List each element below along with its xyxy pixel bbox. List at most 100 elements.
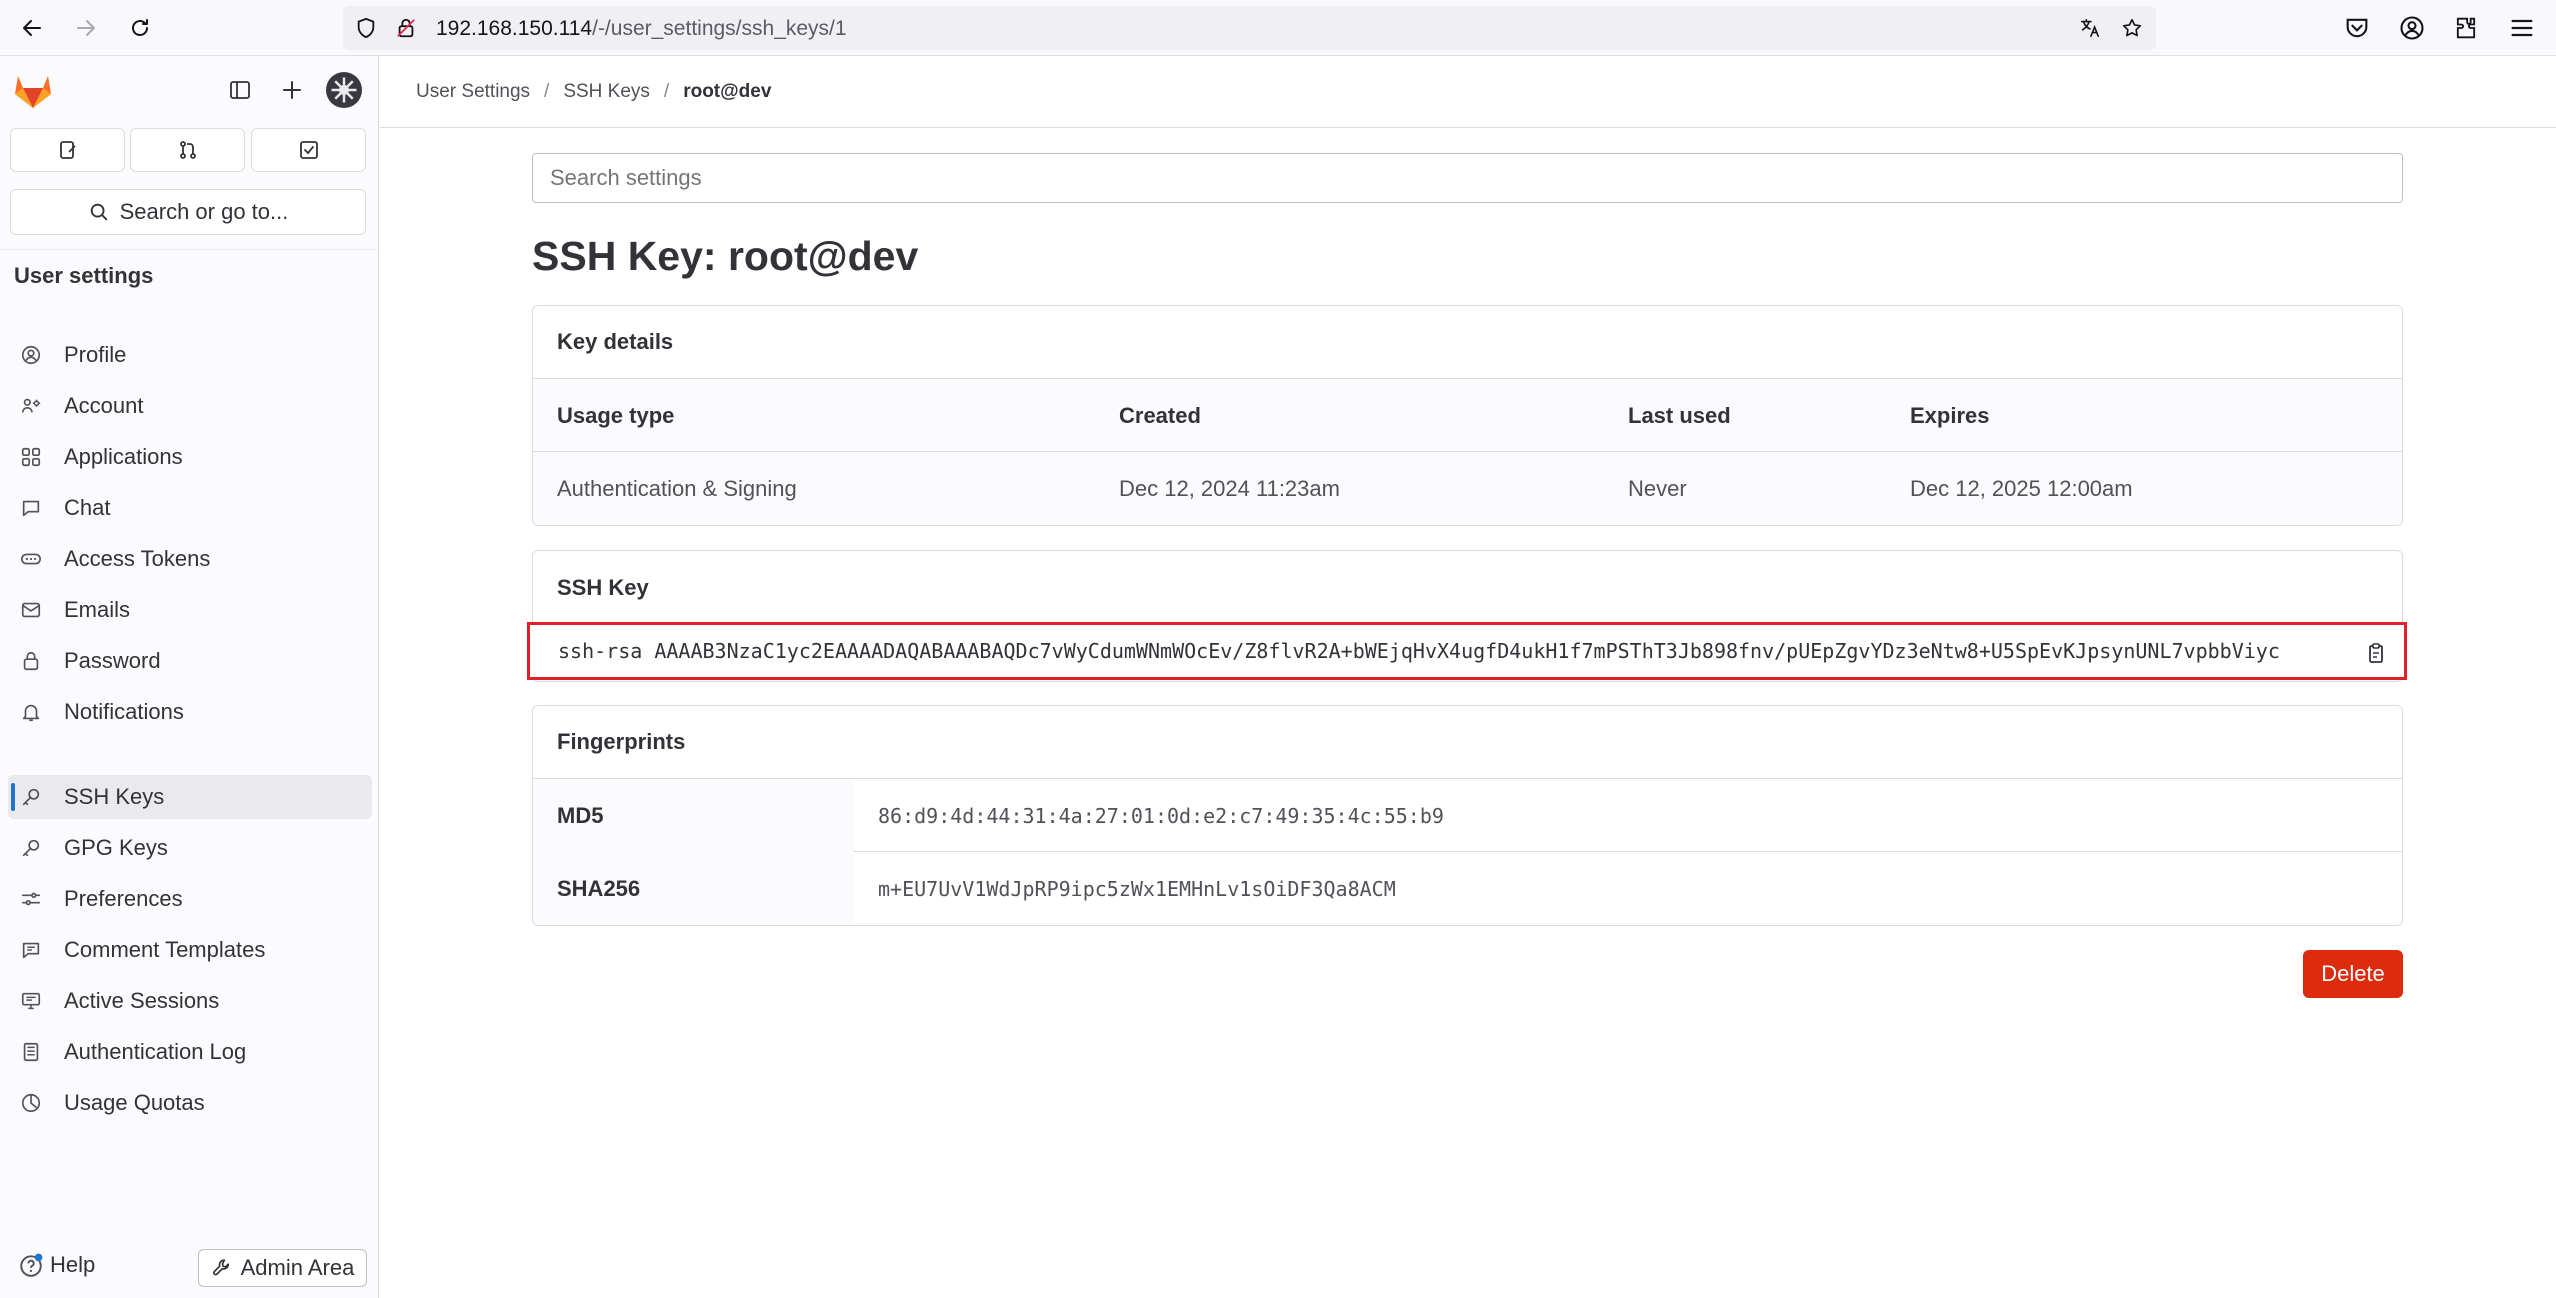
chat-icon xyxy=(19,496,43,520)
key-icon xyxy=(19,836,43,860)
sidebar-item-authentication-log[interactable]: Authentication Log xyxy=(8,1030,372,1074)
account-icon xyxy=(19,394,43,418)
todo-list-button[interactable] xyxy=(251,128,366,172)
sidebar-item-ssh-keys[interactable]: SSH Keys xyxy=(8,775,372,819)
key-icon xyxy=(19,785,43,809)
copy-icon[interactable] xyxy=(2364,641,2388,665)
sidebar-item-gpg-keys[interactable]: GPG Keys xyxy=(8,826,372,870)
sidebar-item-label: Applications xyxy=(64,444,183,469)
breadcrumb-separator: / xyxy=(544,81,550,102)
back-icon[interactable] xyxy=(14,10,50,46)
assigned-issues-button[interactable] xyxy=(10,128,125,172)
sidebar-item-label: Usage Quotas xyxy=(64,1090,205,1115)
breadcrumb-current[interactable]: root@dev xyxy=(683,81,771,103)
search-or-go-to-button[interactable]: Search or go to... xyxy=(10,189,366,235)
menu-icon[interactable] xyxy=(2508,14,2536,42)
sidebar-item-label: Profile xyxy=(64,342,127,367)
extensions-icon[interactable] xyxy=(2452,14,2480,42)
sidebar-section-title: User settings xyxy=(14,263,154,288)
ssh-key-value-field[interactable]: ssh-rsa AAAAB3NzaC1yc2EAAAADAQABAAABAQDc… xyxy=(527,622,2407,680)
bell-icon xyxy=(19,700,43,724)
url-text[interactable]: 192.168.150.114/-/user_settings/ssh_keys… xyxy=(436,17,847,41)
created-value: Dec 12, 2024 11:23am xyxy=(1119,475,1340,501)
bookmark-star-icon[interactable] xyxy=(2121,17,2143,39)
gitlab-logo-icon[interactable] xyxy=(12,70,54,110)
forward-icon[interactable] xyxy=(68,10,104,46)
fingerprint-row: SHA256 m+EU7UvV1WdJpRP9ipc5zWx1EMHnLv1sO… xyxy=(533,852,2402,925)
merge-requests-button[interactable] xyxy=(130,128,245,172)
quota-icon xyxy=(19,1091,43,1115)
search-settings-input[interactable] xyxy=(532,153,2403,203)
merge-request-icon xyxy=(179,141,196,159)
sidebar-item-chat[interactable]: Chat xyxy=(8,486,372,530)
address-bar[interactable]: 192.168.150.114/-/user_settings/ssh_keys… xyxy=(343,6,2156,50)
browser-toolbar: 192.168.150.114/-/user_settings/ssh_keys… xyxy=(0,0,2556,56)
delete-button[interactable]: Delete xyxy=(2303,950,2403,998)
fingerprint-value-md5: 86:d9:4d:44:31:4a:27:01:0d:e2:c7:49:35:4… xyxy=(878,803,1444,828)
sidebar-item-access-tokens[interactable]: Access Tokens xyxy=(8,537,372,581)
sidebar-item-label: Comment Templates xyxy=(64,937,266,962)
fingerprint-value-sha256: m+EU7UvV1WdJpRP9ipc5zWx1EMHnLv1sOiDF3Qa8… xyxy=(878,876,1396,901)
sidebar-item-label: Preferences xyxy=(64,886,183,911)
help-button[interactable]: Help xyxy=(18,1252,95,1278)
column-created: Created xyxy=(1119,402,1201,428)
sidebar-item-label: Chat xyxy=(64,495,111,520)
expires-value: Dec 12, 2025 12:00am xyxy=(1910,475,2133,501)
breadcrumb-ssh-keys[interactable]: SSH Keys xyxy=(563,81,650,103)
header-divider xyxy=(380,127,2556,128)
translate-icon[interactable] xyxy=(2079,17,2101,39)
column-usage-type: Usage type xyxy=(557,402,675,428)
ssh-key-value[interactable]: ssh-rsa AAAAB3NzaC1yc2EAAAADAQABAAABAQDc… xyxy=(558,639,2358,663)
sidebar-item-label: Access Tokens xyxy=(64,546,211,571)
sidebar-item-label: Password xyxy=(64,648,161,673)
pocket-icon[interactable] xyxy=(2343,14,2371,42)
lock-icon xyxy=(19,649,43,673)
sidebar-toggle-icon[interactable] xyxy=(226,76,254,104)
fingerprint-label-md5: MD5 xyxy=(533,779,853,852)
breadcrumb-separator: / xyxy=(663,81,670,102)
sidebar-divider xyxy=(0,249,379,250)
sidebar-item-active-sessions[interactable]: Active Sessions xyxy=(8,979,372,1023)
avatar[interactable] xyxy=(326,72,362,108)
key-details-card: Key details Usage type Created Last used… xyxy=(532,305,2403,526)
sidebar-item-usage-quotas[interactable]: Usage Quotas xyxy=(8,1081,372,1125)
shield-icon[interactable] xyxy=(355,17,377,39)
todo-icon xyxy=(299,141,318,159)
key-details-heading: Key details xyxy=(533,306,2402,379)
search-or-go-to-label: Search or go to... xyxy=(119,199,289,224)
sidebar-item-comment-templates[interactable]: Comment Templates xyxy=(8,928,372,972)
profile-icon xyxy=(19,343,43,367)
sidebar-item-preferences[interactable]: Preferences xyxy=(8,877,372,921)
sidebar-item-label: Account xyxy=(64,393,144,418)
preferences-icon xyxy=(19,887,43,911)
help-icon xyxy=(20,1253,43,1277)
log-icon xyxy=(19,1040,43,1064)
sidebar-item-profile[interactable]: Profile xyxy=(8,333,372,377)
column-last-used: Last used xyxy=(1628,402,1731,428)
sidebar-item-emails[interactable]: Emails xyxy=(8,588,372,632)
sidebar-item-applications[interactable]: Applications xyxy=(8,435,372,479)
insecure-lock-icon[interactable] xyxy=(395,17,417,39)
create-new-icon[interactable] xyxy=(278,76,306,104)
fingerprint-row: MD5 86:d9:4d:44:31:4a:27:01:0d:e2:c7:49:… xyxy=(533,779,2402,852)
search-icon xyxy=(90,203,107,221)
account-circle-icon[interactable] xyxy=(2398,14,2426,42)
key-details-header-row: Usage type Created Last used Expires xyxy=(533,379,2402,452)
admin-area-button[interactable]: Admin Area xyxy=(198,1249,367,1287)
fingerprint-label-sha256: SHA256 xyxy=(533,852,853,925)
sidebar-item-label: GPG Keys xyxy=(64,835,168,860)
sidebar-item-account[interactable]: Account xyxy=(8,384,372,428)
sidebar-item-label: Active Sessions xyxy=(64,988,220,1013)
breadcrumb-user-settings[interactable]: User Settings xyxy=(416,81,530,103)
sidebar-item-password[interactable]: Password xyxy=(8,639,372,683)
fingerprints-heading: Fingerprints xyxy=(533,706,2402,779)
reload-icon[interactable] xyxy=(122,10,158,46)
monitor-icon xyxy=(19,989,43,1013)
applications-icon xyxy=(19,445,43,469)
url-host: 192.168.150.114 xyxy=(436,17,593,40)
sidebar-item-notifications[interactable]: Notifications xyxy=(8,690,372,734)
last-used-value: Never xyxy=(1628,475,1687,501)
column-expires: Expires xyxy=(1910,402,1990,428)
page-title: SSH Key: root@dev xyxy=(532,233,919,279)
wrench-icon xyxy=(212,1259,229,1276)
